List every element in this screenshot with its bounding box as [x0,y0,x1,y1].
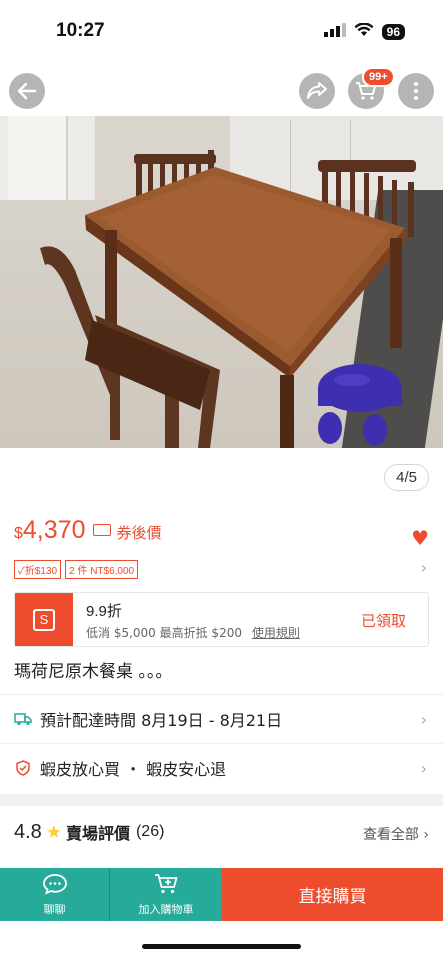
chat-button[interactable]: 聊聊 [0,868,110,921]
shop-voucher[interactable]: S 9.9折 低消 $5,000 最高折抵 $200 使用規則 已領取 [14,592,429,647]
product-name: 瑪荷尼原木餐桌 。。。 [14,662,173,682]
product-image[interactable] [0,70,443,448]
cart-button[interactable]: 99+ [348,67,395,109]
delivery-text: 預計配達時間 8月19日 - 8月21日 [40,711,283,730]
dining-table-illustration [40,150,416,448]
voucher-subtitle: 低消 $5,000 最高折抵 $200 使用規則 [86,624,300,641]
star-icon: ★ [45,821,62,843]
buy-now-button[interactable]: 直接購買 [222,868,443,921]
view-all-label: 查看全部 [362,827,419,843]
home-indicator[interactable] [142,944,301,949]
voucher-condition: 低消 $5,000 最高折抵 $200 [86,626,242,640]
view-all-link[interactable]: 查看全部 › [363,824,429,844]
rating-count: (26) [135,823,165,840]
signal-icon [323,22,346,41]
status-icons: 96 [323,22,405,41]
cart-badge: 99+ [362,67,395,87]
more-options-button[interactable] [398,73,434,109]
share-icon [307,82,327,99]
guarantee-row[interactable]: 蝦皮放心買 ・ 蝦皮安心退 [0,744,443,792]
like-heart-icon[interactable]: ♥ [411,526,429,550]
arrow-left-icon [17,82,37,100]
truck-icon [14,710,32,728]
chevron-right-icon: › [418,827,429,843]
voucher-claimed-button[interactable]: 已領取 [361,610,406,631]
section-separator [0,794,443,806]
bundle-tag: 2 件 NT$6,000 [65,560,139,579]
guarantee-text: 蝦皮放心買 ・ 蝦皮安心退 [40,760,227,779]
more-vertical-icon [414,82,418,100]
shield-icon [14,759,32,777]
status-time: 10:27 [56,20,105,41]
voucher-title: 9.9折 [86,603,122,620]
rating-score: 4.8 [14,820,42,843]
add-cart-icon [153,873,179,899]
back-button[interactable] [9,73,45,109]
coupon-icon [93,524,112,536]
chevron-right-icon: › [420,759,427,778]
rating-label: 賣場評價 [65,824,130,843]
promo-tags[interactable]: ✓折$130 2 件 NT$6,000 [14,560,139,579]
voucher-badge: S [15,593,73,646]
battery-indicator: 96 [381,23,405,40]
wifi-icon [354,22,374,41]
status-bar: 10:27 96 [0,0,443,70]
discount-tag: ✓折$130 [14,560,62,579]
add-to-cart-label: 加入購物車 [138,902,194,916]
add-to-cart-button[interactable]: 加入購物車 [110,868,222,921]
chat-bubble-icon [42,873,68,899]
chat-label: 聊聊 [43,902,66,916]
coupon-label: 券後價 [116,524,162,542]
chevron-right-icon[interactable]: › [421,558,427,577]
chevron-right-icon: › [420,710,427,729]
price-row: $ 4,370 券後價 [14,516,161,545]
price-value: 4,370 [22,516,86,544]
bottom-action-bar: 聊聊 加入購物車 直接購買 [0,868,443,921]
delivery-row[interactable]: 預計配達時間 8月19日 - 8月21日 [0,695,443,743]
voucher-rules-link[interactable]: 使用規則 [252,626,300,640]
price-currency: $ [14,525,23,542]
image-counter: 4/5 [384,464,429,491]
buy-now-label: 直接購買 [298,887,367,907]
shop-rating: 4.8 ★ 賣場評價 (26) [14,820,164,844]
shopee-bag-icon: S [33,608,55,631]
share-button[interactable] [299,73,335,109]
